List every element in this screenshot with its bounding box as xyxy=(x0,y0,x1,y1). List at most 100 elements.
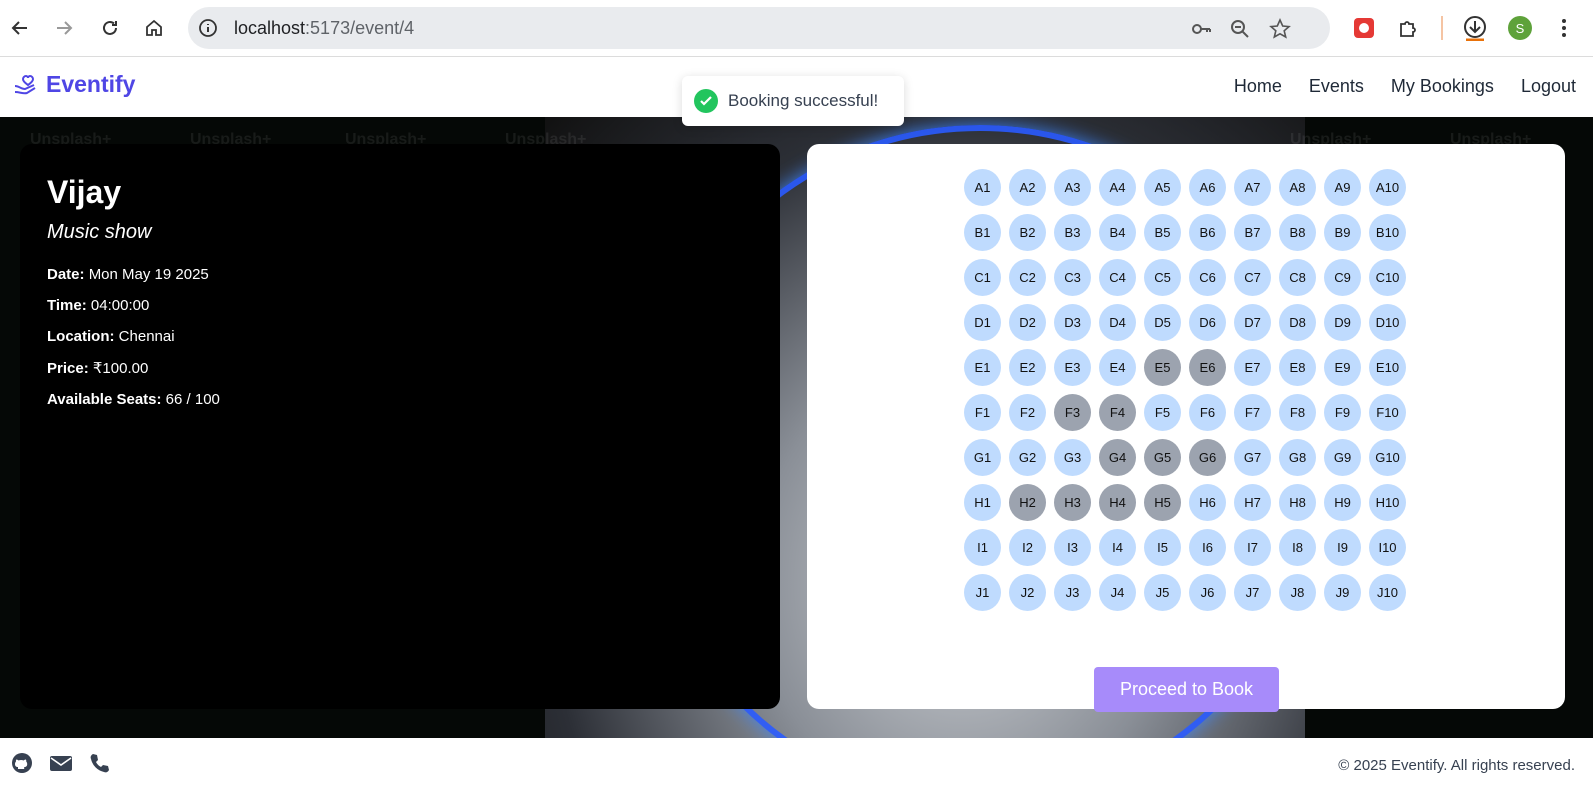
profile-avatar[interactable]: S xyxy=(1508,16,1532,40)
seat-available[interactable]: J3 xyxy=(1054,574,1091,611)
seat-available[interactable]: B1 xyxy=(964,214,1001,251)
seat-available[interactable]: J5 xyxy=(1144,574,1181,611)
seat-available[interactable]: B3 xyxy=(1054,214,1091,251)
seat-available[interactable]: G3 xyxy=(1054,439,1091,476)
seat-available[interactable]: E7 xyxy=(1234,349,1271,386)
back-button[interactable] xyxy=(6,14,34,42)
address-bar[interactable]: localhost:5173/event/4 xyxy=(188,7,1330,49)
seat-available[interactable]: B8 xyxy=(1279,214,1316,251)
seat-available[interactable]: E3 xyxy=(1054,349,1091,386)
seat-available[interactable]: B7 xyxy=(1234,214,1271,251)
menu-kebab-icon[interactable] xyxy=(1550,14,1578,42)
seat-available[interactable]: B2 xyxy=(1009,214,1046,251)
seat-available[interactable]: B5 xyxy=(1144,214,1181,251)
seat-available[interactable]: H6 xyxy=(1189,484,1226,521)
seat-available[interactable]: H9 xyxy=(1324,484,1361,521)
seat-available[interactable]: D2 xyxy=(1009,304,1046,341)
seat-available[interactable]: D7 xyxy=(1234,304,1271,341)
seat-available[interactable]: I8 xyxy=(1279,529,1316,566)
nav-events[interactable]: Events xyxy=(1309,76,1364,97)
seat-available[interactable]: J2 xyxy=(1009,574,1046,611)
seat-available[interactable]: A3 xyxy=(1054,169,1091,206)
zoom-icon[interactable] xyxy=(1229,18,1251,40)
seat-available[interactable]: G7 xyxy=(1234,439,1271,476)
seat-available[interactable]: E9 xyxy=(1324,349,1361,386)
seat-available[interactable]: F10 xyxy=(1369,394,1406,431)
github-icon[interactable] xyxy=(11,752,33,774)
extension-icon[interactable] xyxy=(1350,14,1378,42)
seat-available[interactable]: J7 xyxy=(1234,574,1271,611)
seat-available[interactable]: D1 xyxy=(964,304,1001,341)
seat-available[interactable]: C8 xyxy=(1279,259,1316,296)
forward-button[interactable] xyxy=(50,14,78,42)
seat-available[interactable]: I4 xyxy=(1099,529,1136,566)
seat-available[interactable]: B9 xyxy=(1324,214,1361,251)
seat-available[interactable]: E8 xyxy=(1279,349,1316,386)
seat-available[interactable]: F2 xyxy=(1009,394,1046,431)
nav-home[interactable]: Home xyxy=(1234,76,1282,97)
seat-available[interactable]: D10 xyxy=(1369,304,1406,341)
seat-available[interactable]: D5 xyxy=(1144,304,1181,341)
seat-available[interactable]: C1 xyxy=(964,259,1001,296)
seat-available[interactable]: I9 xyxy=(1324,529,1361,566)
key-icon[interactable] xyxy=(1190,18,1212,40)
seat-available[interactable]: D3 xyxy=(1054,304,1091,341)
seat-available[interactable]: H8 xyxy=(1279,484,1316,521)
seat-available[interactable]: C3 xyxy=(1054,259,1091,296)
seat-available[interactable]: F6 xyxy=(1189,394,1226,431)
proceed-to-book-button[interactable]: Proceed to Book xyxy=(1094,667,1279,712)
seat-available[interactable]: I7 xyxy=(1234,529,1271,566)
seat-available[interactable]: B6 xyxy=(1189,214,1226,251)
seat-available[interactable]: H1 xyxy=(964,484,1001,521)
seat-available[interactable]: F7 xyxy=(1234,394,1271,431)
seat-available[interactable]: G9 xyxy=(1324,439,1361,476)
brand-logo[interactable]: Eventify xyxy=(12,71,135,98)
seat-available[interactable]: C6 xyxy=(1189,259,1226,296)
seat-available[interactable]: H7 xyxy=(1234,484,1271,521)
seat-available[interactable]: I5 xyxy=(1144,529,1181,566)
mail-icon[interactable] xyxy=(49,752,73,774)
seat-available[interactable]: E10 xyxy=(1369,349,1406,386)
seat-available[interactable]: G2 xyxy=(1009,439,1046,476)
seat-available[interactable]: G8 xyxy=(1279,439,1316,476)
seat-available[interactable]: G10 xyxy=(1369,439,1406,476)
seat-available[interactable]: D9 xyxy=(1324,304,1361,341)
seat-available[interactable]: F8 xyxy=(1279,394,1316,431)
seat-available[interactable]: A7 xyxy=(1234,169,1271,206)
seat-available[interactable]: E4 xyxy=(1099,349,1136,386)
nav-logout[interactable]: Logout xyxy=(1521,76,1576,97)
seat-available[interactable]: J8 xyxy=(1279,574,1316,611)
seat-available[interactable]: A2 xyxy=(1009,169,1046,206)
seat-available[interactable]: D4 xyxy=(1099,304,1136,341)
seat-available[interactable]: C5 xyxy=(1144,259,1181,296)
seat-available[interactable]: E1 xyxy=(964,349,1001,386)
seat-available[interactable]: J9 xyxy=(1324,574,1361,611)
info-icon[interactable] xyxy=(198,18,218,38)
seat-available[interactable]: I10 xyxy=(1369,529,1406,566)
star-icon[interactable] xyxy=(1269,18,1291,40)
seat-available[interactable]: D6 xyxy=(1189,304,1226,341)
seat-available[interactable]: I6 xyxy=(1189,529,1226,566)
seat-available[interactable]: C4 xyxy=(1099,259,1136,296)
seat-available[interactable]: D8 xyxy=(1279,304,1316,341)
seat-available[interactable]: J6 xyxy=(1189,574,1226,611)
seat-available[interactable]: A8 xyxy=(1279,169,1316,206)
seat-available[interactable]: A6 xyxy=(1189,169,1226,206)
seat-available[interactable]: C10 xyxy=(1369,259,1406,296)
seat-available[interactable]: H10 xyxy=(1369,484,1406,521)
seat-available[interactable]: J4 xyxy=(1099,574,1136,611)
seat-available[interactable]: F1 xyxy=(964,394,1001,431)
seat-available[interactable]: J10 xyxy=(1369,574,1406,611)
seat-available[interactable]: A4 xyxy=(1099,169,1136,206)
seat-available[interactable]: A10 xyxy=(1369,169,1406,206)
seat-available[interactable]: C2 xyxy=(1009,259,1046,296)
seat-available[interactable]: I3 xyxy=(1054,529,1091,566)
phone-icon[interactable] xyxy=(89,752,111,774)
seat-available[interactable]: B10 xyxy=(1369,214,1406,251)
seat-available[interactable]: A5 xyxy=(1144,169,1181,206)
seat-available[interactable]: A1 xyxy=(964,169,1001,206)
reload-button[interactable] xyxy=(96,14,124,42)
seat-available[interactable]: F9 xyxy=(1324,394,1361,431)
seat-available[interactable]: J1 xyxy=(964,574,1001,611)
nav-my-bookings[interactable]: My Bookings xyxy=(1391,76,1494,97)
